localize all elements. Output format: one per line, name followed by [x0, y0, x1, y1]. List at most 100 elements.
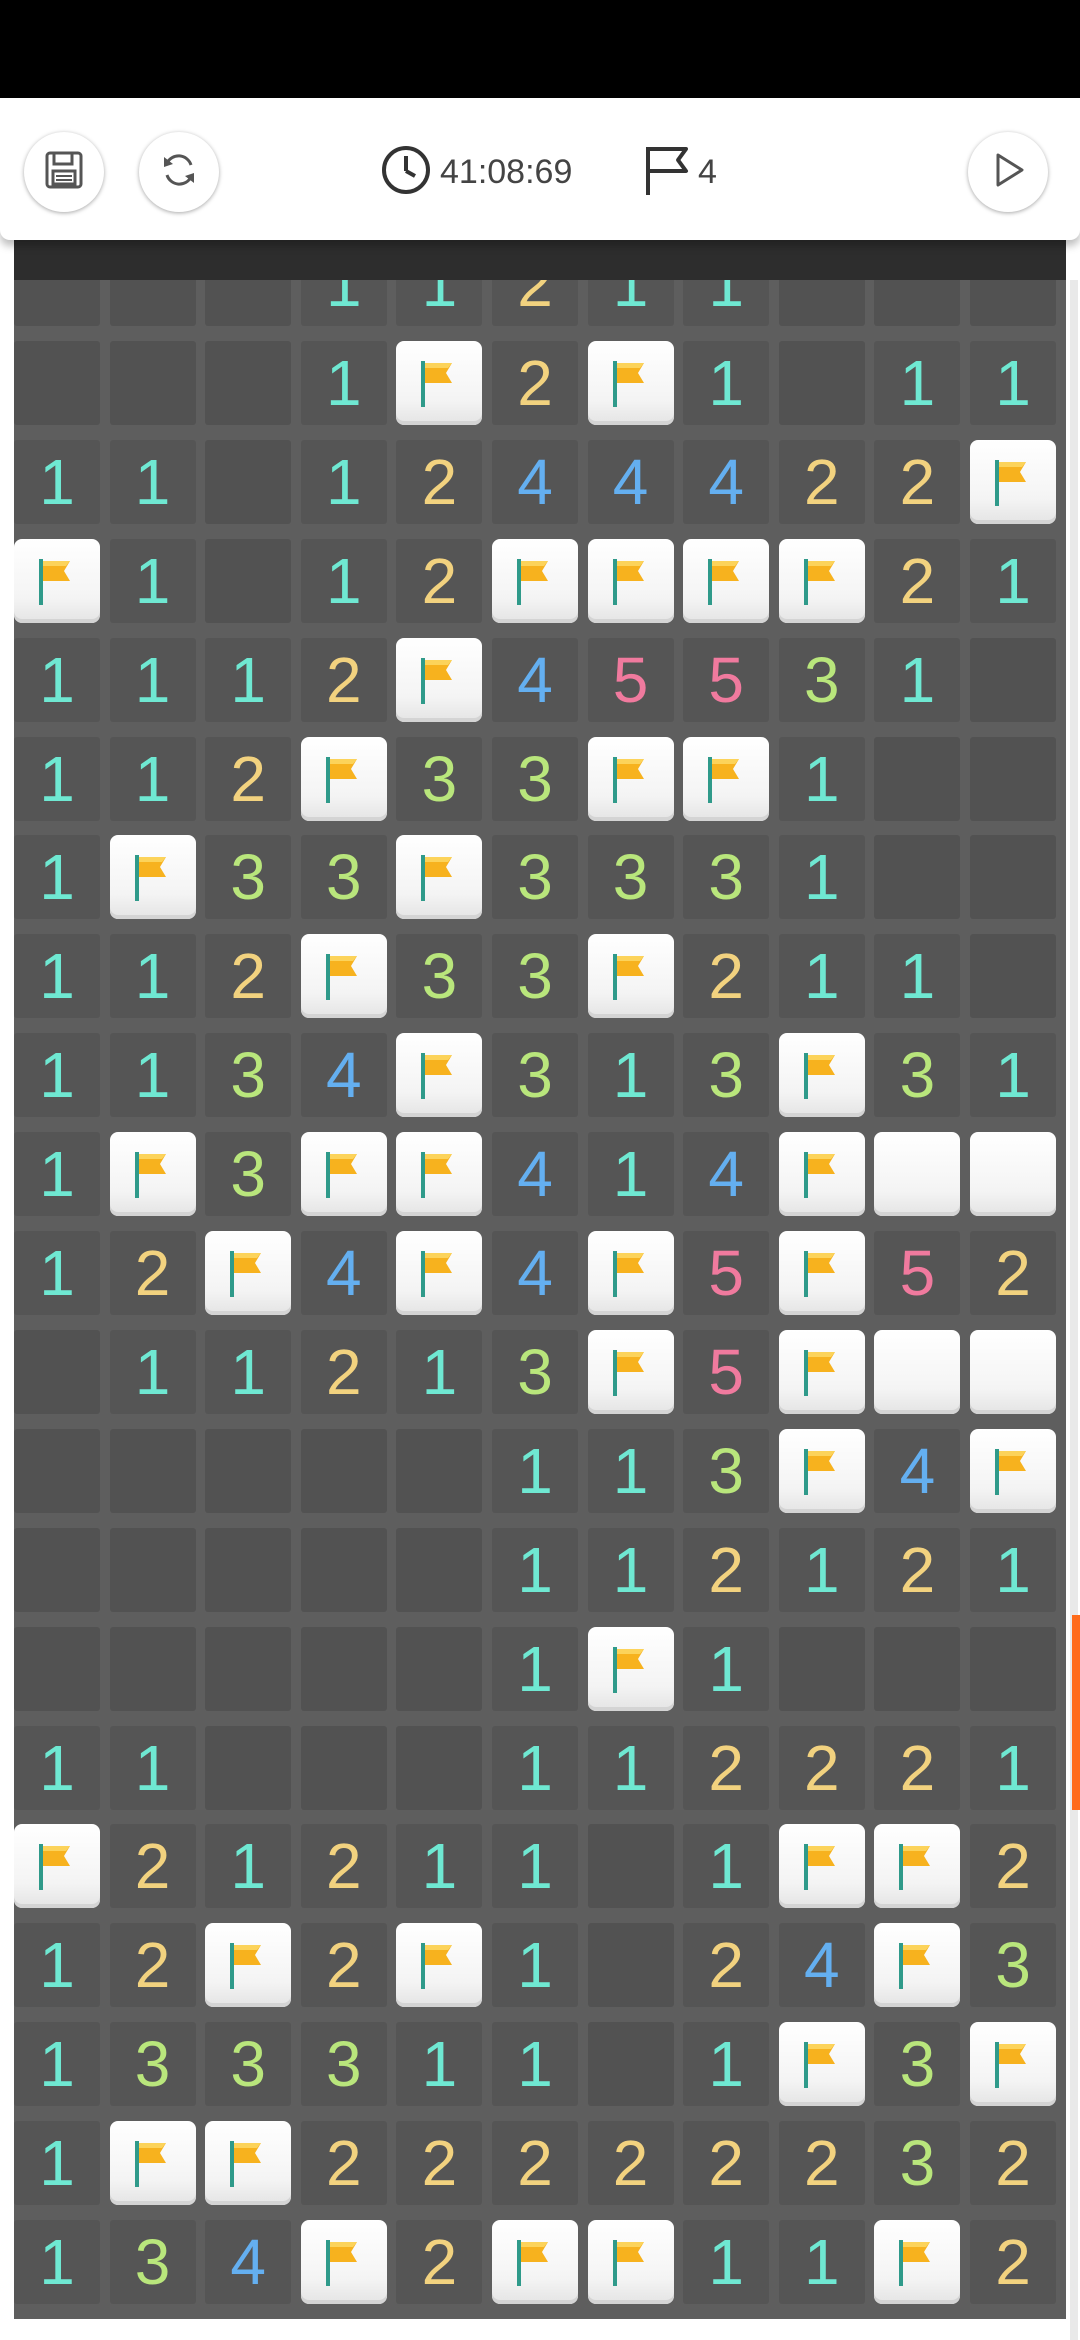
- number-cell[interactable]: 3: [778, 637, 865, 722]
- number-cell[interactable]: 1: [14, 1231, 100, 1315]
- number-cell[interactable]: 1: [492, 1923, 578, 2008]
- number-cell[interactable]: 2: [300, 2121, 387, 2206]
- empty-cell[interactable]: [14, 1329, 100, 1414]
- empty-cell[interactable]: [874, 835, 961, 920]
- flagged-cell[interactable]: [14, 538, 100, 623]
- number-cell[interactable]: 1: [778, 2220, 865, 2304]
- flagged-cell[interactable]: [874, 2220, 961, 2304]
- number-cell[interactable]: 1: [109, 1725, 196, 1810]
- number-cell[interactable]: 3: [205, 835, 292, 920]
- flagged-cell[interactable]: [587, 538, 674, 623]
- number-cell[interactable]: 1: [396, 1824, 483, 1909]
- empty-cell[interactable]: [874, 1626, 961, 1711]
- number-cell[interactable]: 3: [109, 2022, 196, 2107]
- empty-cell[interactable]: [300, 1626, 387, 1711]
- empty-cell[interactable]: [970, 1626, 1056, 1711]
- flagged-cell[interactable]: [300, 1132, 387, 1217]
- flagged-cell[interactable]: [778, 538, 865, 623]
- flagged-cell[interactable]: [874, 1923, 961, 2008]
- flagged-cell[interactable]: [492, 2220, 578, 2304]
- number-cell[interactable]: 1: [14, 2220, 100, 2304]
- number-cell[interactable]: 4: [205, 2220, 292, 2304]
- number-cell[interactable]: 2: [300, 637, 387, 722]
- number-cell[interactable]: 1: [492, 1824, 578, 1909]
- number-cell[interactable]: 2: [492, 340, 578, 425]
- flagged-cell[interactable]: [970, 439, 1056, 524]
- number-cell[interactable]: 2: [109, 1231, 196, 1315]
- empty-cell[interactable]: [205, 1527, 292, 1612]
- number-cell[interactable]: 1: [970, 1527, 1056, 1612]
- number-cell[interactable]: 2: [109, 1824, 196, 1909]
- number-cell[interactable]: 1: [109, 439, 196, 524]
- flagged-cell[interactable]: [14, 1824, 100, 1909]
- number-cell[interactable]: 2: [874, 538, 961, 623]
- empty-cell[interactable]: [587, 1923, 674, 2008]
- flagged-cell[interactable]: [396, 637, 483, 722]
- flagged-cell[interactable]: [970, 1428, 1056, 1513]
- number-cell[interactable]: 2: [874, 439, 961, 524]
- flagged-cell[interactable]: [205, 1923, 292, 2008]
- flagged-cell[interactable]: [396, 1033, 483, 1118]
- empty-cell[interactable]: [109, 340, 196, 425]
- number-cell[interactable]: 2: [778, 439, 865, 524]
- number-cell[interactable]: 3: [492, 835, 578, 920]
- flagged-cell[interactable]: [587, 934, 674, 1019]
- number-cell[interactable]: 3: [874, 2121, 961, 2206]
- number-cell[interactable]: 2: [683, 2121, 770, 2206]
- number-cell[interactable]: 1: [587, 1725, 674, 1810]
- flagged-cell[interactable]: [970, 2022, 1056, 2107]
- number-cell[interactable]: 4: [492, 1132, 578, 1217]
- number-cell[interactable]: 1: [14, 439, 100, 524]
- flagged-cell[interactable]: [587, 1231, 674, 1315]
- flagged-cell[interactable]: [492, 538, 578, 623]
- flagged-cell[interactable]: [683, 736, 770, 821]
- unrevealed-cell[interactable]: [970, 1132, 1056, 1217]
- empty-cell[interactable]: [205, 439, 292, 524]
- empty-cell[interactable]: [970, 835, 1056, 920]
- empty-cell[interactable]: [396, 1428, 483, 1513]
- flagged-cell[interactable]: [587, 1626, 674, 1711]
- empty-cell[interactable]: [14, 1527, 100, 1612]
- empty-cell[interactable]: [109, 1527, 196, 1612]
- number-cell[interactable]: 1: [874, 340, 961, 425]
- number-cell[interactable]: 1: [492, 1725, 578, 1810]
- number-cell[interactable]: 5: [683, 1329, 770, 1414]
- number-cell[interactable]: 1: [14, 1725, 100, 1810]
- number-cell[interactable]: 4: [874, 1428, 961, 1513]
- empty-cell[interactable]: [970, 934, 1056, 1019]
- flagged-cell[interactable]: [778, 1329, 865, 1414]
- number-cell[interactable]: 4: [587, 439, 674, 524]
- number-cell[interactable]: 2: [300, 1824, 387, 1909]
- flagged-cell[interactable]: [396, 835, 483, 920]
- number-cell[interactable]: 1: [109, 1033, 196, 1118]
- number-cell[interactable]: 4: [683, 439, 770, 524]
- flagged-cell[interactable]: [587, 736, 674, 821]
- empty-cell[interactable]: [14, 340, 100, 425]
- flagged-cell[interactable]: [205, 1231, 292, 1315]
- number-cell[interactable]: 3: [205, 2022, 292, 2107]
- number-cell[interactable]: 5: [874, 1231, 961, 1315]
- number-cell[interactable]: 3: [205, 1033, 292, 1118]
- empty-cell[interactable]: [205, 340, 292, 425]
- number-cell[interactable]: 1: [874, 637, 961, 722]
- number-cell[interactable]: 2: [396, 2121, 483, 2206]
- number-cell[interactable]: 1: [970, 340, 1056, 425]
- number-cell[interactable]: 1: [778, 835, 865, 920]
- empty-cell[interactable]: [300, 1725, 387, 1810]
- number-cell[interactable]: 3: [874, 1033, 961, 1118]
- empty-cell[interactable]: [778, 1626, 865, 1711]
- number-cell[interactable]: 1: [778, 934, 865, 1019]
- number-cell[interactable]: 1: [109, 736, 196, 821]
- number-cell[interactable]: 3: [683, 835, 770, 920]
- number-cell[interactable]: 4: [300, 1033, 387, 1118]
- number-cell[interactable]: 2: [300, 1923, 387, 2008]
- number-cell[interactable]: 1: [205, 1824, 292, 1909]
- flagged-cell[interactable]: [683, 538, 770, 623]
- number-cell[interactable]: 2: [874, 1527, 961, 1612]
- number-cell[interactable]: 1: [970, 538, 1056, 623]
- number-cell[interactable]: 2: [396, 538, 483, 623]
- number-cell[interactable]: 4: [778, 1923, 865, 2008]
- unrevealed-cell[interactable]: [970, 1329, 1056, 1414]
- number-cell[interactable]: 1: [492, 1626, 578, 1711]
- flagged-cell[interactable]: [109, 2121, 196, 2206]
